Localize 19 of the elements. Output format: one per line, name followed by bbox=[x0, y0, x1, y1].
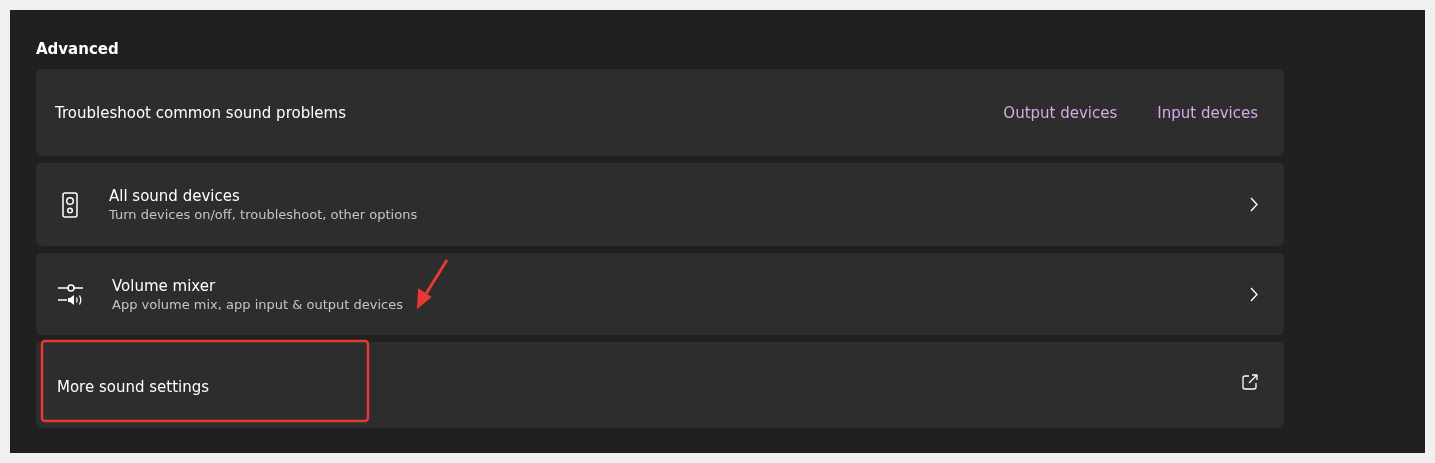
row-description: App volume mix, app input & output devices bbox=[112, 296, 404, 312]
row-description: Turn devices on/off, troubleshoot, other options bbox=[109, 207, 419, 222]
settings-card[interactable]: All sound devices Turn devices on/off, troubleshoot, other options bbox=[36, 163, 1284, 246]
row-title: Troubleshoot common sound problems bbox=[55, 103, 346, 122]
chevron-right-icon bbox=[1250, 197, 1258, 212]
chevron-right-icon bbox=[1250, 286, 1258, 302]
speaker-icon bbox=[62, 191, 78, 218]
row-title: More sound settings bbox=[57, 378, 210, 396]
external-link-icon bbox=[1242, 374, 1258, 390]
settings-card[interactable]: Volume mixer App volume mix, app input & output devices bbox=[36, 253, 1284, 335]
arrow-annotation bbox=[416, 259, 449, 310]
link[interactable]: Output devices bbox=[1003, 103, 1118, 122]
link[interactable]: Input devices bbox=[1157, 103, 1258, 122]
settings-card[interactable]: More sound settings bbox=[36, 342, 1284, 428]
section-title: Advanced bbox=[36, 40, 120, 58]
row-title: Volume mixer bbox=[112, 276, 217, 295]
settings-card[interactable]: Troubleshoot common sound problems Output devices Input devices bbox=[36, 69, 1284, 156]
row-title: All sound devices bbox=[109, 187, 241, 205]
volume-mixer-icon bbox=[58, 283, 84, 305]
